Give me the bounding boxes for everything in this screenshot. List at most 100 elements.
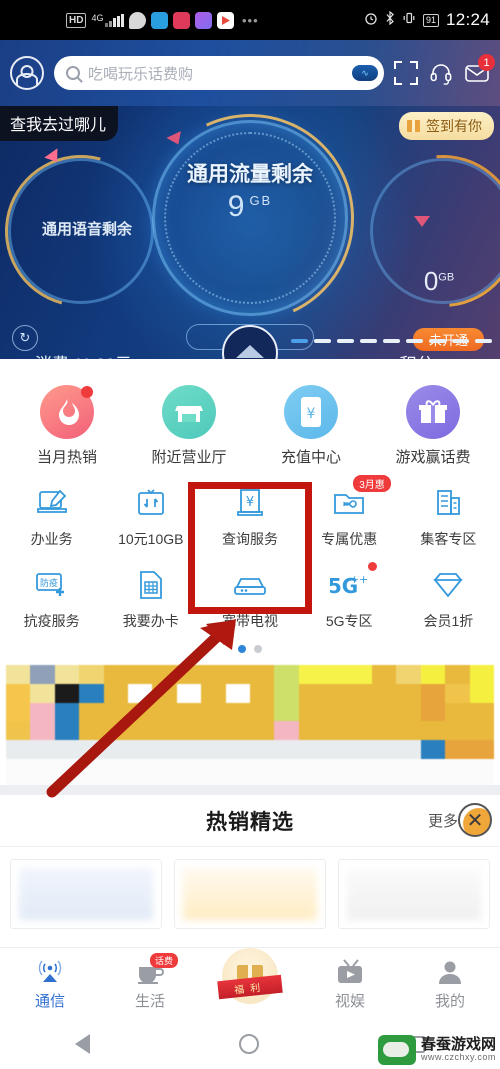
watermark: 春蚕游戏网 www.czchxy.com (377, 1035, 496, 1065)
epidemic-icon: 防疫 (33, 567, 71, 603)
tab-video[interactable]: 视娱 (300, 957, 400, 1011)
grid-item-exclusive-offer[interactable]: 3月惠 专属优惠 (300, 475, 399, 553)
hot-sale-dot (81, 386, 93, 398)
more-link[interactable]: 更多 (428, 810, 458, 831)
tv-icon (335, 957, 365, 987)
stat-points: 积分 (333, 350, 500, 359)
watermark-text: 春蚕游戏网 www.czchxy.com (420, 1035, 496, 1063)
grid-item-game-rewards[interactable]: 游戏赢话费 (372, 385, 494, 467)
watermark-name: 春蚕游戏网 (420, 1035, 496, 1053)
gift-icon (407, 120, 420, 132)
signal-bars (105, 13, 124, 27)
hot-picks-cards (0, 847, 500, 929)
search-bar[interactable]: 吃喝玩乐话费购 ∿ (54, 56, 384, 90)
hd-icon: HD (66, 12, 87, 28)
grid-label-5g-zone: 5G专区 (325, 613, 373, 629)
back-icon[interactable] (74, 1034, 90, 1054)
purple-app-icon (194, 11, 212, 29)
svg-text:防疫: 防疫 (40, 577, 58, 589)
bluetooth-icon (385, 10, 395, 30)
welfare-ribbon-label: 福利 (217, 974, 283, 999)
status-bar: HD 4G ••• 91 12:24 (0, 0, 500, 40)
grid-item-nearby-store[interactable]: 附近营业厅 (128, 385, 250, 467)
voice-gauge-title: 通用语音剩余 (41, 221, 132, 238)
close-x-icon[interactable]: ✕ (458, 803, 492, 837)
grid-item-business[interactable]: 办业务 (2, 477, 101, 553)
grid-item-recharge-center[interactable]: ¥ 充值中心 (250, 385, 372, 467)
app-header: 吃喝玩乐话费购 ∿ 1 (0, 40, 500, 106)
mail-button[interactable]: 1 (464, 54, 495, 86)
product-card[interactable] (338, 859, 490, 929)
grid-item-5g-zone[interactable]: 5G ++ 5G专区 (300, 559, 399, 635)
grid-item-member-discount[interactable]: 会员1折 (399, 559, 498, 635)
home-icon (236, 345, 264, 358)
product-card[interactable] (174, 859, 326, 929)
grid-label-game-rewards: 游戏赢话费 (395, 449, 471, 466)
headset-icon[interactable] (428, 60, 454, 86)
mail-badge: 1 (478, 54, 495, 71)
banner-pagination[interactable] (291, 339, 492, 343)
refresh-icon[interactable]: ↻ (12, 325, 38, 351)
battery-icon: 91 (422, 13, 439, 27)
grid-pagination[interactable] (0, 641, 500, 661)
account-banner: 查我去过哪儿 签到有你 通用流量剩余 9GB 通用语音剩余 0GB 72% 未开… (0, 106, 500, 359)
points-value-unit: GB (438, 271, 455, 284)
grid-item-query-service[interactable]: ¥ 查询服务 (200, 477, 299, 553)
user-avatar-icon[interactable] (10, 56, 44, 90)
flame-icon (40, 385, 94, 439)
diamond-icon (429, 567, 467, 603)
search-input[interactable]: 吃喝玩乐话费购 (88, 63, 352, 84)
watermark-url: www.czchxy.com (420, 1052, 496, 1063)
grid-item-broadband-tv[interactable]: 宽带电视 (200, 559, 299, 635)
sim-card-icon (132, 567, 170, 603)
grid-label-business: 办业务 (30, 531, 73, 547)
tab-label-video: 视娱 (334, 992, 365, 1010)
page-title: 热销精选 (206, 810, 294, 834)
data-value-number: 9 (227, 190, 247, 223)
grid-label-epidemic-service: 抗疫服务 (23, 613, 80, 629)
vibrate-icon (402, 11, 416, 30)
gift-icon (406, 385, 460, 439)
phone-screen: HD 4G ••• 91 12:24 吃喝玩乐话费购 ∿ 1 查我去过哪儿 签到… (0, 0, 500, 1069)
product-card-image (347, 868, 481, 920)
hot-picks-header: 热销精选 更多 ✕ (0, 795, 500, 847)
points-gauge-value: 0GB (366, 266, 500, 297)
tab-welfare[interactable]: 福利 (200, 947, 300, 1004)
ai-assistant-icon[interactable]: ∿ (352, 65, 378, 81)
5g-zone-dot (367, 562, 377, 571)
person-icon (435, 957, 465, 987)
product-card[interactable] (10, 859, 162, 929)
tab-label-life: 生活 (134, 992, 165, 1010)
overflow-icon: ••• (241, 12, 259, 28)
scan-qr-icon[interactable] (394, 61, 418, 85)
points-value-number: 0 (423, 266, 439, 296)
grid-row-1: 当月热销 附近营业厅 ¥ 充值中心 游戏赢话费 (0, 385, 500, 477)
grid-item-enterprise-zone[interactable]: 集客专区 (399, 477, 498, 553)
tab-life[interactable]: 话费 生活 (100, 952, 200, 1011)
grid-item-hot-sale[interactable]: 当月热销 (6, 385, 128, 467)
signal-tower-icon (35, 957, 65, 987)
section-divider (0, 785, 500, 795)
search-icon (66, 66, 80, 80)
exclusive-offer-badge: 3月惠 (353, 475, 391, 492)
tab-badge-life: 话费 (149, 952, 178, 968)
where-tag[interactable]: 查我去过哪儿 (0, 106, 119, 141)
status-bar-right: 91 12:24 (364, 10, 490, 30)
product-card-image (19, 868, 153, 920)
tab-mine[interactable]: 我的 (400, 957, 500, 1011)
grid-label-query-service: 查询服务 (222, 531, 278, 547)
grid-item-epidemic-service[interactable]: 防疫 抗疫服务 (2, 559, 101, 635)
alarm-icon (364, 11, 378, 30)
grid-item-apply-card[interactable]: 我要办卡 (101, 559, 200, 635)
promo-banner[interactable] (0, 661, 500, 785)
data-swap-icon (132, 485, 170, 521)
bottom-tab-bar: 通信 话费 生活 福利 视娱 我的 (0, 947, 500, 1019)
tab-communication[interactable]: 通信 (0, 957, 100, 1011)
form-pen-icon (33, 485, 71, 521)
svg-text:++: ++ (350, 573, 368, 586)
grid-label-exclusive-offer: 专属优惠 (321, 531, 378, 547)
receipt-yen-icon: ¥ (231, 485, 269, 521)
grid-item-10yuan-10gb[interactable]: 10元10GB (101, 477, 200, 553)
home-circle-icon[interactable] (238, 1034, 259, 1054)
signin-tag[interactable]: 签到有你 (399, 112, 494, 140)
